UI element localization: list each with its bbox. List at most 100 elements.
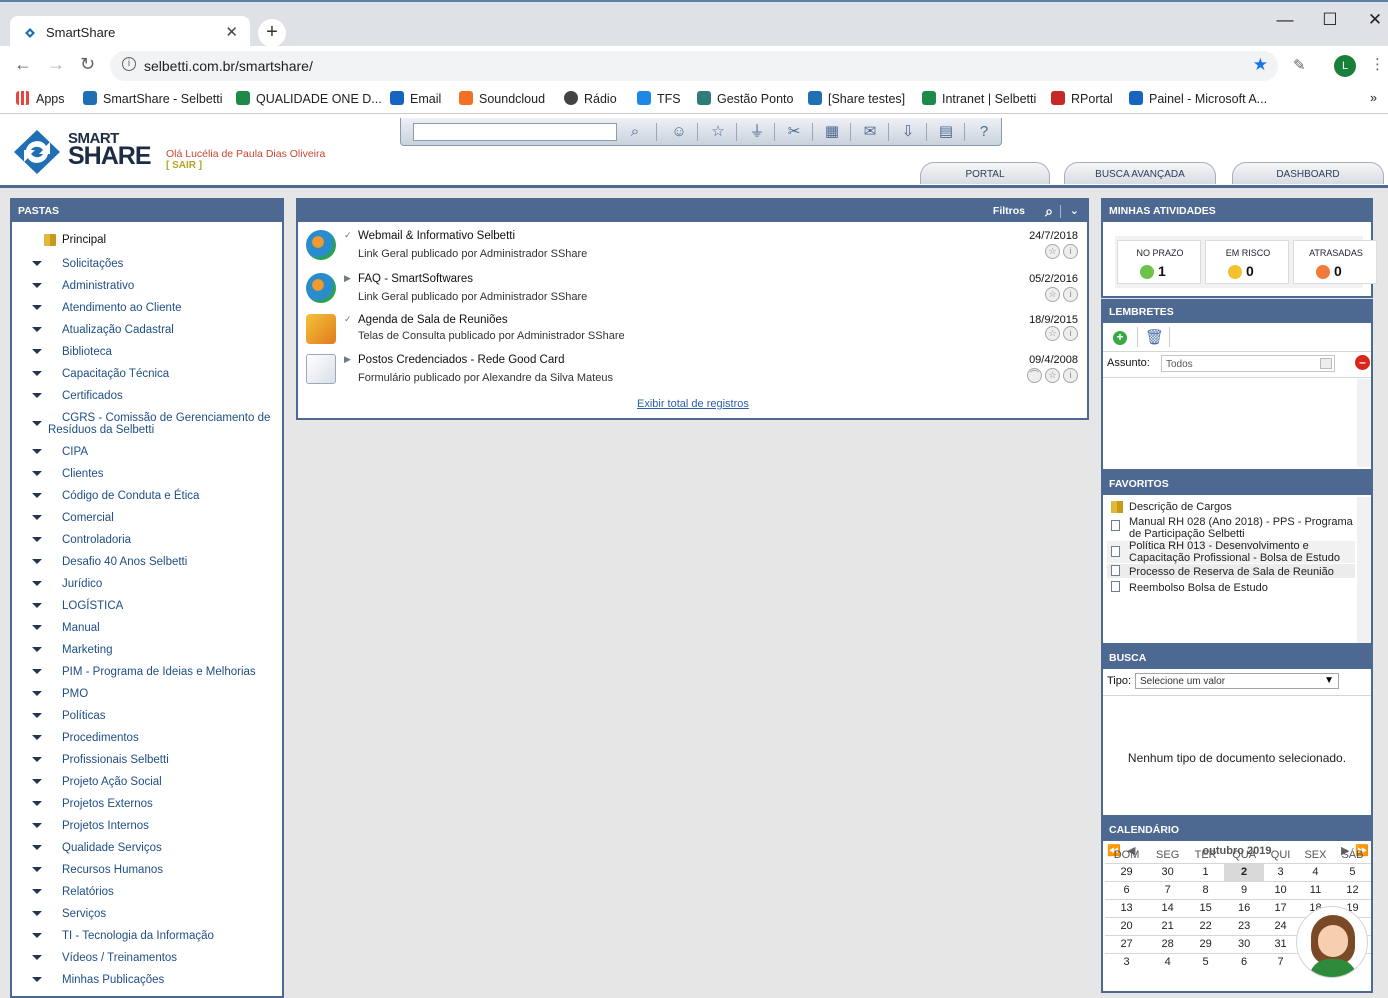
chevron-down-icon[interactable] [32, 559, 42, 564]
chevron-down-icon[interactable] [32, 305, 42, 310]
calendar-day[interactable]: 23 [1224, 916, 1265, 935]
publication-row[interactable]: ✓ Agenda de Sala de Reuniões Telas de Co… [300, 310, 1086, 350]
reminders-scrollbar[interactable] [1357, 379, 1371, 467]
calendar-day[interactable]: 16 [1224, 898, 1265, 917]
calendar-day[interactable]: 13 [1105, 898, 1149, 917]
calendar-day[interactable]: 10 [1264, 880, 1297, 899]
chevron-down-icon[interactable] [32, 625, 42, 630]
calendar-day[interactable]: 8 [1187, 880, 1225, 899]
calendar-day[interactable]: 1 [1187, 862, 1225, 881]
expand-arrow-icon[interactable]: ▶ [344, 273, 351, 284]
calendar-day[interactable]: 27 [1105, 934, 1149, 953]
calendar-day[interactable]: 31 [1264, 934, 1297, 953]
favorite-item[interactable]: Política RH 013 - Desenvolvimento e [1129, 540, 1309, 552]
calendar-day[interactable]: 14 [1148, 898, 1188, 917]
chevron-down-icon[interactable] [32, 669, 42, 674]
publication-title[interactable]: FAQ - SmartSoftwares [358, 273, 473, 285]
calendar-day[interactable]: 22 [1187, 916, 1225, 935]
calendar-day[interactable]: 15 [1187, 898, 1225, 917]
remove-filter-icon[interactable]: – [1355, 355, 1370, 370]
back-icon[interactable]: ← [14, 54, 32, 75]
rate-star-icon[interactable]: ☆ [1045, 368, 1060, 383]
chrome-menu-icon[interactable]: ⋮ [1370, 55, 1385, 73]
chevron-down-icon[interactable] [32, 933, 42, 938]
bookmark-gestao-ponto[interactable]: Gestão Ponto [697, 91, 793, 106]
bookmark-email[interactable]: Email [390, 91, 441, 106]
chevron-down-icon[interactable] [32, 449, 42, 454]
reload-icon[interactable]: ↻ [80, 54, 95, 75]
activity-overdue[interactable]: ATRASADAS 0 [1293, 240, 1377, 284]
publication-title[interactable]: Webmail & Informativo Selbetti [358, 230, 515, 242]
expand-arrow-icon[interactable]: ▶ [344, 354, 351, 365]
bookmark-apps[interactable]: Apps [16, 91, 65, 106]
show-all-records-link[interactable]: Exibir total de registros [637, 398, 749, 410]
folder-root-principal[interactable]: Principal [62, 234, 106, 246]
chevron-down-icon[interactable] [32, 283, 42, 288]
publication-row[interactable]: ▶ FAQ - SmartSoftwares Link Geral public… [300, 267, 1086, 309]
chevron-down-icon[interactable] [32, 845, 42, 850]
chevron-down-icon[interactable] [32, 421, 42, 426]
add-reminder-icon[interactable]: + [1113, 331, 1127, 345]
calendar-day[interactable]: 17 [1264, 898, 1297, 917]
calendar-day[interactable]: 2 [1224, 862, 1265, 881]
bookmark-radio[interactable]: Rádio [564, 91, 617, 106]
filters-label[interactable]: Filtros [993, 200, 1025, 222]
calendar-day[interactable]: 7 [1264, 952, 1297, 971]
favorites-scrollbar[interactable] [1357, 497, 1371, 643]
publication-row[interactable]: ✓ Webmail & Informativo Selbetti Link Ge… [300, 224, 1086, 266]
chevron-down-icon[interactable] [32, 955, 42, 960]
bookmark-rportal[interactable]: RPortal [1051, 91, 1113, 106]
bookmark-painel[interactable]: Painel - Microsoft A... [1129, 91, 1267, 106]
close-window-icon[interactable]: ✕ [1365, 10, 1385, 30]
chevron-down-icon[interactable] [32, 327, 42, 332]
calendar-day[interactable]: 11 [1297, 880, 1334, 899]
publication-title[interactable]: Agenda de Sala de Reuniões [358, 314, 508, 326]
chevron-down-icon[interactable] [32, 779, 42, 784]
bookmark-soundcloud[interactable]: Soundcloud [459, 91, 545, 106]
publication-title[interactable]: Postos Credenciados - Rede Good Card [358, 354, 564, 366]
info-icon[interactable]: i [1063, 244, 1078, 259]
chevron-down-icon[interactable] [32, 889, 42, 894]
chevron-down-icon[interactable] [32, 603, 42, 608]
logout-link[interactable]: [ SAIR ] [166, 160, 202, 171]
calendar-day[interactable]: 29 [1187, 934, 1225, 953]
tools-icon[interactable]: ✂ [782, 122, 806, 142]
extension-icon[interactable]: ✎ [1293, 56, 1306, 74]
info-icon[interactable]: i [1063, 326, 1078, 341]
maximize-icon[interactable]: ☐ [1320, 10, 1340, 30]
trash-icon[interactable]: 🗑 [1145, 328, 1164, 346]
bookmark-tfs[interactable]: TFS [637, 91, 681, 106]
publication-row[interactable]: ▶ Postos Credenciados - Rede Good Card F… [300, 350, 1086, 390]
favorite-item[interactable]: Manual RH 028 (Ano 2018) - PPS - Program… [1129, 516, 1353, 528]
calendar-day[interactable]: 9 [1224, 880, 1265, 899]
new-tab-button[interactable]: + [258, 19, 286, 47]
calendar-day[interactable]: 4 [1148, 952, 1188, 971]
chevron-down-icon[interactable] [32, 867, 42, 872]
mail-icon[interactable]: ✉ [858, 122, 882, 142]
assistant-avatar[interactable] [1296, 906, 1368, 978]
download-icon[interactable]: ⇩ [896, 122, 920, 142]
calendar-day[interactable]: 30 [1224, 934, 1265, 953]
favorite-item-continued[interactable]: Capacitação Profissional - Bolsa de Estu… [1129, 552, 1340, 564]
info-icon[interactable]: i [1063, 368, 1078, 383]
calendar-day[interactable]: 12 [1333, 880, 1371, 899]
tab-busca-avancada[interactable]: BUSCA AVANÇADA [1064, 162, 1216, 184]
calendar-day[interactable]: 6 [1224, 952, 1265, 971]
search-input[interactable] [413, 123, 617, 141]
activity-at-risk[interactable]: EM RISCO 0 [1205, 240, 1289, 284]
forward-icon[interactable]: → [47, 54, 65, 75]
filter-icon[interactable]: ⏚ [745, 122, 769, 142]
calendar-day[interactable]: 29 [1105, 862, 1149, 881]
info-icon[interactable]: i [1063, 287, 1078, 302]
calendar-day[interactable]: 3 [1105, 952, 1149, 971]
activity-on-time[interactable]: NO PRAZO 1 [1117, 240, 1201, 284]
chevron-down-icon[interactable] [32, 823, 42, 828]
bookmark-star-icon[interactable]: ★ [1253, 55, 1268, 75]
search-icon[interactable]: ⌕ [623, 122, 647, 142]
favorite-item[interactable]: Processo de Reserva de Sala de Reunião [1129, 566, 1334, 578]
calendar-day[interactable]: 20 [1105, 916, 1149, 935]
chevron-down-icon[interactable] [32, 471, 42, 476]
calendar-day[interactable]: 30 [1148, 862, 1188, 881]
help-icon[interactable]: ? [972, 122, 996, 142]
calendar-day[interactable]: 24 [1264, 916, 1297, 935]
